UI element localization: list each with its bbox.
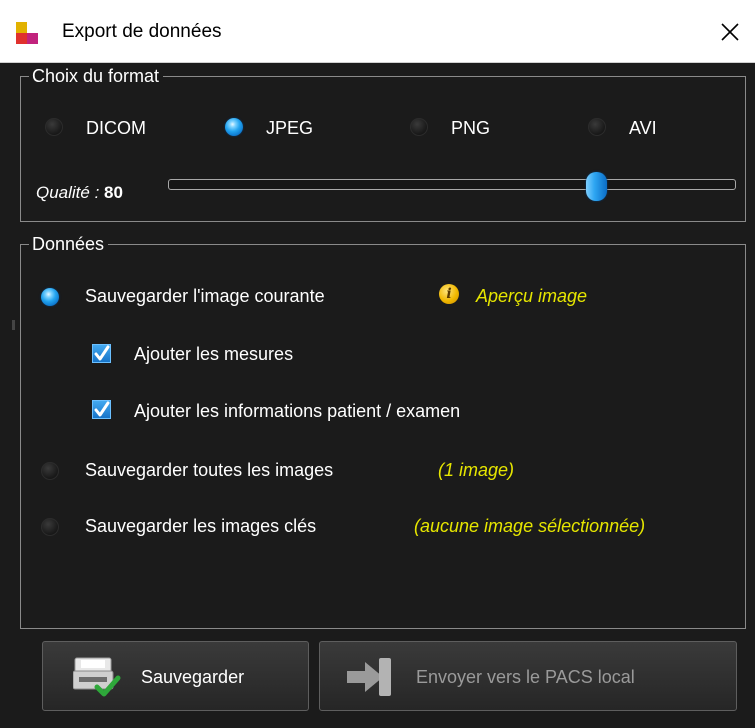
info-icon[interactable]: i <box>439 284 459 304</box>
data-group-legend: Données <box>29 233 109 255</box>
checkbox-add-patient-info[interactable] <box>92 400 111 419</box>
radio-jpeg[interactable] <box>225 118 243 136</box>
quality-caption: Qualité : <box>36 183 105 202</box>
quality-value: 80 <box>104 183 123 202</box>
app-logo-icon <box>16 22 38 44</box>
radio-save-current[interactable] <box>41 288 59 306</box>
save-key-hint: (aucune image sélectionnée) <box>414 516 646 536</box>
send-pacs-icon <box>347 658 391 696</box>
format-group-legend: Choix du format <box>29 65 164 87</box>
radio-save-key[interactable] <box>41 518 59 536</box>
radio-avi-label: AVI <box>629 118 657 138</box>
check-icon <box>94 401 110 417</box>
check-icon <box>94 345 110 361</box>
checkbox-add-measures-label: Ajouter les mesures <box>134 344 294 364</box>
close-button[interactable] <box>712 14 748 50</box>
radio-save-all[interactable] <box>41 462 59 480</box>
radio-jpeg-label: JPEG <box>266 118 314 138</box>
checkbox-add-patient-info-label: Ajouter les informations patient / exame… <box>134 401 461 421</box>
checkbox-add-measures[interactable] <box>92 344 111 363</box>
format-group: Choix du format <box>20 65 746 222</box>
window-edge-mark <box>12 320 15 330</box>
save-button[interactable]: Sauvegarder <box>42 641 309 711</box>
radio-save-all-label: Sauvegarder toutes les images <box>85 460 334 480</box>
quality-slider-track[interactable] <box>168 179 736 190</box>
save-all-hint: (1 image) <box>438 460 515 480</box>
radio-avi[interactable] <box>588 118 606 136</box>
close-icon <box>721 23 739 41</box>
send-pacs-button[interactable]: Envoyer vers le PACS local <box>319 641 737 711</box>
title-bar: Export de données <box>0 0 755 63</box>
quality-label: Qualité : 80 <box>36 183 123 203</box>
radio-png-label: PNG <box>451 118 491 138</box>
quality-slider-thumb[interactable] <box>586 172 607 201</box>
radio-dicom[interactable] <box>45 118 63 136</box>
radio-dicom-label: DICOM <box>86 118 146 138</box>
window-title: Export de données <box>62 21 222 42</box>
save-icon <box>73 657 121 697</box>
radio-save-key-label: Sauvegarder les images clés <box>85 516 317 536</box>
save-button-label: Sauvegarder <box>141 667 245 687</box>
preview-image-link[interactable]: Aperçu image <box>476 286 587 307</box>
radio-png[interactable] <box>410 118 428 136</box>
radio-save-current-label: Sauvegarder l'image courante <box>85 286 325 306</box>
send-pacs-button-label: Envoyer vers le PACS local <box>416 667 635 687</box>
